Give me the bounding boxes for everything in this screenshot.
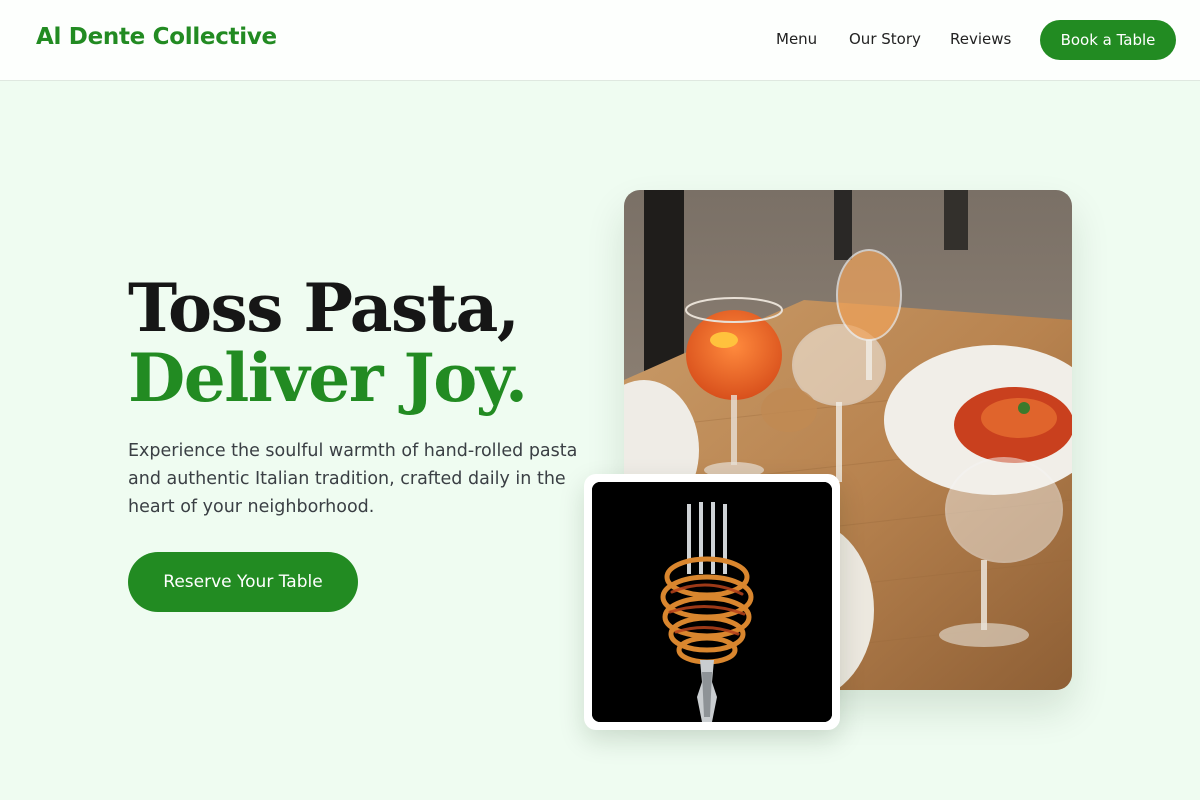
- inset-photo-frame: [584, 474, 840, 730]
- nav-link-menu[interactable]: Menu: [776, 30, 817, 48]
- hero-title-line1: Toss Pasta,: [128, 269, 520, 347]
- hero-description: Experience the soulful warmth of hand-ro…: [128, 441, 578, 517]
- brand-logo[interactable]: Al Dente Collective: [36, 24, 277, 50]
- pasta-fork-photo: [592, 482, 832, 722]
- site-header: Al Dente Collective Menu Our Story Revie…: [0, 0, 1200, 81]
- nav-link-our-story[interactable]: Our Story: [849, 30, 921, 48]
- reserve-table-button[interactable]: Reserve Your Table: [128, 552, 358, 612]
- book-table-button[interactable]: Book a Table: [1040, 20, 1176, 60]
- nav-link-reviews[interactable]: Reviews: [950, 30, 1011, 48]
- hero-title-line2: Deliver Joy.: [128, 339, 528, 417]
